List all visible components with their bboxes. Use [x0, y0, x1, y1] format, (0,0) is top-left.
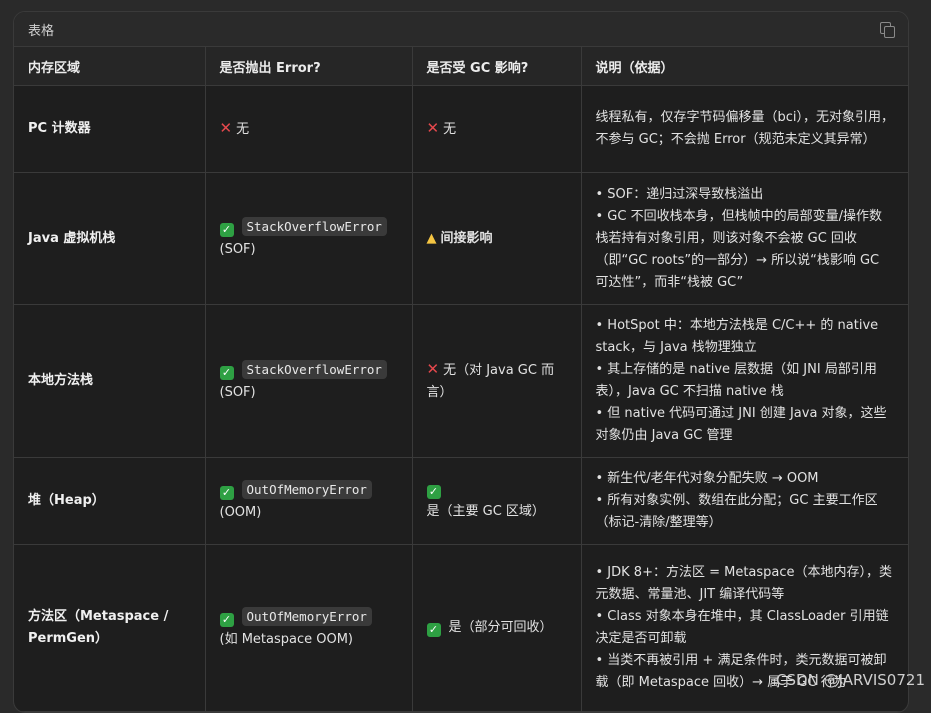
desc-line: • HotSpot 中：本地方法栈是 C/C++ 的 native stack，…: [595, 318, 879, 355]
check-icon: ✓: [219, 485, 234, 500]
check-icon: ✓: [219, 223, 234, 237]
desc-line: • 所有对象实例、数组在此分配；GC 主要工作区（标记-清除/整理等）: [595, 493, 878, 530]
cell-area: 堆（Heap）: [14, 457, 206, 545]
cell-gc-text: 是（部分可回收）: [448, 620, 553, 635]
cell-error: ✓ StackOverflowError (SOF): [205, 172, 413, 305]
cell-gc: ✓ 是（主要 GC 区域）: [412, 457, 582, 545]
cell-area: 本地方法栈: [14, 304, 206, 458]
desc-line: • Class 对象本身在堆中，其 ClassLoader 引用链决定是否可卸载: [595, 609, 889, 646]
header-desc: 说明（依据）: [581, 47, 908, 86]
table-header-row: 内存区域 是否抛出 Error? 是否受 GC 影响? 说明（依据）: [14, 47, 908, 86]
error-code: StackOverflowError: [241, 359, 387, 379]
error-code: OutOfMemoryError: [241, 479, 372, 499]
check-icon: ✓: [219, 365, 234, 380]
cell-error-text: (SOF): [219, 384, 256, 400]
table-row: Java 虚拟机栈 ✓ StackOverflowError (SOF) ▲ 间接影…: [14, 172, 908, 305]
x-icon: ✕: [219, 119, 233, 137]
table-row: 方法区（Metaspace / PermGen） ✓ OutOfMemoryErr…: [14, 544, 908, 712]
cell-gc: ✕ 无（对 Java GC 而言）: [412, 304, 582, 458]
cell-gc-text: 无: [443, 122, 457, 137]
warning-icon: ▲: [426, 230, 437, 246]
table-row: 堆（Heap） ✓ OutOfMemoryError (OOM) ✓ 是（主要 GC …: [14, 457, 908, 545]
cell-error-text: 无: [236, 122, 250, 137]
desc-line: • JDK 8+：方法区 = Metaspace（本地内存），类元数据、常量池、…: [595, 565, 893, 602]
cell-desc: 线程私有，仅存字节码偏移量（bci），无对象引用，不参与 GC；不会抛 Erro…: [581, 85, 908, 173]
x-icon: ✕: [426, 360, 440, 378]
cell-desc: • SOF：递归过深导致栈溢出 • GC 不回收栈本身，但栈帧中的局部变量/操作…: [581, 172, 908, 305]
memory-table: 内存区域 是否抛出 Error? 是否受 GC 影响? 说明（依据） PC 计数…: [14, 47, 908, 712]
cell-error: ✓ StackOverflowError (SOF): [205, 304, 413, 458]
cell-area: Java 虚拟机栈: [14, 172, 206, 305]
desc-line: • SOF：递归过深导致栈溢出: [595, 186, 764, 202]
check-icon: ✓: [426, 485, 441, 499]
cell-error: ✓ OutOfMemoryError (如 Metaspace OOM): [205, 544, 413, 712]
cell-error-text: (如 Metaspace OOM): [219, 631, 354, 647]
cell-error: ✓ OutOfMemoryError (OOM): [205, 457, 413, 545]
cell-gc: ▲ 间接影响: [412, 172, 582, 305]
panel-header: 表格: [14, 12, 908, 47]
table-row: PC 计数器 ✕ 无 ✕ 无 线程私有，仅存字节码偏移量（bci），无对象引用，不参…: [14, 85, 908, 173]
cell-desc: • HotSpot 中：本地方法栈是 C/C++ 的 native stack，…: [581, 304, 908, 458]
desc-line: • 其上存储的是 native 层数据（如 JNI 局部引用表），Java GC…: [595, 362, 877, 399]
check-icon: ✓: [219, 612, 234, 627]
cell-gc-text: 间接影响: [440, 230, 493, 246]
desc-line: 线程私有，仅存字节码偏移量（bci），无对象引用，不参与 GC；不会抛 Erro…: [595, 110, 895, 147]
cell-desc: • 新生代/老年代对象分配失败 → OOM • 所有对象实例、数组在此分配；GC…: [581, 457, 908, 545]
header-error: 是否抛出 Error?: [205, 47, 413, 86]
cell-gc-text: 是（主要 GC 区域）: [426, 504, 545, 519]
x-icon: ✕: [426, 119, 440, 137]
cell-error-text: (OOM): [219, 504, 262, 520]
copy-icon[interactable]: [880, 22, 895, 38]
cell-error-text: (SOF): [219, 242, 256, 257]
cell-gc: ✕ 无: [412, 85, 582, 173]
error-code: OutOfMemoryError: [241, 606, 372, 626]
table-panel: 表格 内存区域 是否抛出 Error? 是否受 GC 影响? 说明（依据） PC…: [13, 11, 909, 713]
cell-area: PC 计数器: [14, 85, 206, 173]
cell-gc-text: 无（对 Java GC 而言）: [426, 363, 555, 400]
header-gc: 是否受 GC 影响?: [412, 47, 582, 86]
table-row: 本地方法栈 ✓ StackOverflowError (SOF) ✕ 无（对 Jav…: [14, 304, 908, 458]
desc-line: • 但 native 代码可通过 JNI 创建 Java 对象，这些对象仍由 J…: [595, 406, 887, 443]
watermark: CSDN @JARVIS0721: [776, 671, 925, 689]
error-code: StackOverflowError: [241, 217, 387, 236]
panel-title: 表格: [28, 23, 55, 39]
cell-error: ✕ 无: [205, 85, 413, 173]
desc-line: • GC 不回收栈本身，但栈帧中的局部变量/操作数栈若持有对象引用，则该对象不会…: [595, 208, 882, 290]
cell-area: 方法区（Metaspace / PermGen）: [14, 544, 206, 712]
header-area: 内存区域: [14, 47, 206, 86]
desc-line: • 新生代/老年代对象分配失败 → OOM: [595, 471, 819, 486]
cell-gc: ✓ 是（部分可回收）: [412, 544, 582, 712]
check-icon: ✓: [426, 623, 441, 637]
